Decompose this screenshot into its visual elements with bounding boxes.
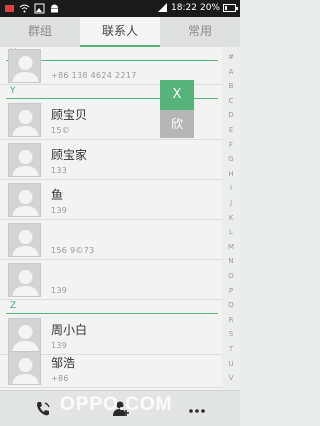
image-icon xyxy=(34,3,45,14)
contact-phone: 133 xyxy=(51,166,68,175)
contact-name: 顾宝家 xyxy=(51,148,88,162)
index-letter[interactable]: P xyxy=(222,287,240,295)
more-icon[interactable] xyxy=(187,399,207,419)
wifi-icon xyxy=(19,4,30,13)
signal-icon xyxy=(158,3,168,12)
tab-favorites[interactable]: 常用 xyxy=(160,17,240,47)
avatar xyxy=(8,183,41,217)
section-header: Z xyxy=(0,301,222,315)
index-letter[interactable]: # xyxy=(222,53,240,61)
index-letter[interactable]: Q xyxy=(222,301,240,309)
letter-popup: X 欣 xyxy=(160,80,194,138)
status-bar: 18:22 20% xyxy=(0,0,240,17)
watermark: OPPO.COM xyxy=(60,394,173,415)
index-letter[interactable]: R xyxy=(222,316,240,324)
contact-row[interactable]: 顾宝家 133 xyxy=(0,140,222,180)
contact-phone: 139 xyxy=(51,286,68,295)
index-letter[interactable]: B xyxy=(222,82,240,90)
person-silhouette-icon xyxy=(12,56,39,82)
index-letter[interactable]: M xyxy=(222,243,240,251)
person-silhouette-icon xyxy=(12,110,39,136)
avatar xyxy=(8,49,41,83)
contact-row[interactable]: 邹浩 +86 xyxy=(0,348,222,388)
popup-letter: X xyxy=(160,80,194,110)
person-silhouette-icon xyxy=(12,358,39,384)
index-letter[interactable]: S xyxy=(222,330,240,338)
index-letter[interactable]: V xyxy=(222,374,240,382)
avatar xyxy=(8,318,41,352)
contact-phone: 15© xyxy=(51,126,71,135)
index-letter[interactable]: G xyxy=(222,155,240,163)
contact-row[interactable]: 156 9©73 xyxy=(0,220,222,260)
index-letter[interactable]: K xyxy=(222,214,240,222)
index-letter[interactable]: F xyxy=(222,141,240,149)
avatar xyxy=(8,351,41,385)
avatar xyxy=(8,103,41,137)
index-letter[interactable]: N xyxy=(222,257,240,265)
avatar xyxy=(8,223,41,257)
index-letter[interactable]: D xyxy=(222,111,240,119)
index-letter[interactable]: T xyxy=(222,345,240,353)
index-letter[interactable]: I xyxy=(222,184,240,192)
index-letter[interactable]: H xyxy=(222,170,240,178)
android-icon xyxy=(51,4,58,13)
contact-name: 鱼 xyxy=(51,188,64,202)
contact-phone: 139 xyxy=(51,206,68,215)
person-silhouette-icon xyxy=(12,190,39,216)
index-letter[interactable]: A xyxy=(222,68,240,76)
alphabet-index[interactable]: #ABCDEFGHIJKLMNOPQRSTUVWXYZ xyxy=(222,47,240,426)
phone-icon[interactable] xyxy=(33,399,53,419)
index-letter[interactable]: E xyxy=(222,126,240,134)
notification-icon xyxy=(5,5,14,12)
battery-icon xyxy=(223,3,238,12)
person-silhouette-icon xyxy=(12,270,39,296)
avatar xyxy=(8,263,41,297)
index-letter[interactable]: C xyxy=(222,97,240,105)
contact-name: 周小白 xyxy=(51,323,88,337)
index-letter[interactable]: L xyxy=(222,228,240,236)
index-letter[interactable]: J xyxy=(222,199,240,207)
battery-percent: 20% xyxy=(199,2,220,13)
clock: 18:22 xyxy=(171,2,197,13)
tab-bar: 群组 联系人 常用 xyxy=(0,17,240,47)
contact-phone: +86 xyxy=(51,374,69,383)
index-letter[interactable]: U xyxy=(222,360,240,368)
popup-sub: 欣 xyxy=(160,110,194,138)
person-silhouette-icon xyxy=(12,150,39,176)
contact-row[interactable]: 139 xyxy=(0,260,222,300)
tab-contacts[interactable]: 联系人 xyxy=(80,17,160,47)
index-letter[interactable]: O xyxy=(222,272,240,280)
tab-groups[interactable]: 群组 xyxy=(0,17,80,47)
person-silhouette-icon xyxy=(12,230,39,256)
contact-phone: 156 9©73 xyxy=(51,246,95,255)
contact-name: 邹浩 xyxy=(51,356,76,370)
avatar xyxy=(8,143,41,177)
contact-name: 顾宝贝 xyxy=(51,108,88,122)
contact-row[interactable]: 鱼 139 xyxy=(0,180,222,220)
contact-phone: +86 138 4624 2217 xyxy=(51,71,137,80)
